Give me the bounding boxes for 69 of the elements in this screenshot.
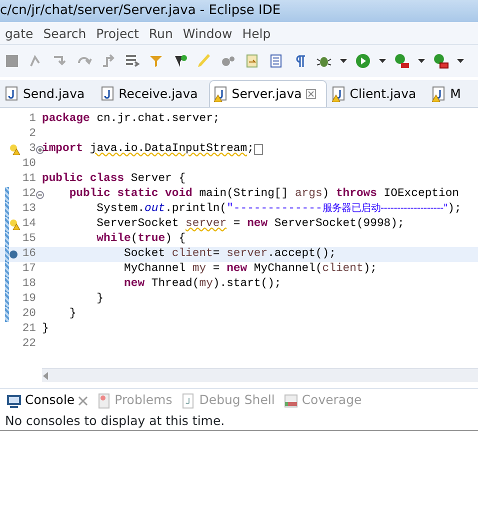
- step-return-icon[interactable]: [100, 53, 116, 69]
- line-number: 20: [21, 306, 36, 322]
- editor-tab[interactable]: Receive.java: [96, 80, 209, 107]
- caret-icon[interactable]: [418, 59, 425, 63]
- close-icon[interactable]: [306, 89, 316, 99]
- line-number: 17: [21, 262, 36, 277]
- stop-icon[interactable]: [4, 53, 20, 69]
- code-line: }: [96, 292, 104, 307]
- code-line: import java.io.DataInputStream;: [42, 142, 254, 157]
- line-number: 13: [21, 202, 36, 217]
- code-line: }: [68, 306, 76, 322]
- line-number: 11: [21, 172, 36, 187]
- line-number: 22: [21, 336, 36, 352]
- caret-icon[interactable]: [379, 59, 386, 63]
- editor-tab[interactable]: Server.java: [208, 80, 327, 107]
- document-icon[interactable]: [244, 53, 260, 69]
- filter-icon[interactable]: [148, 53, 164, 69]
- folded-code-icon[interactable]: [254, 144, 263, 155]
- line-number: 3: [28, 142, 36, 157]
- editor-tab[interactable]: Send.java: [0, 80, 96, 107]
- line-number: 2: [28, 126, 36, 142]
- console-message: No consoles to display at this time.: [0, 412, 478, 431]
- line-number: 14: [21, 216, 36, 232]
- breakpoint-icon[interactable]: [9, 250, 18, 259]
- close-icon[interactable]: [78, 396, 88, 406]
- code-line: package cn.jr.chat.server;: [42, 112, 220, 127]
- line-number: 21: [21, 322, 36, 337]
- caret-icon[interactable]: [457, 59, 464, 63]
- horizontal-scrollbar[interactable]: [42, 368, 478, 382]
- code-line: while(true) {: [96, 232, 186, 247]
- line-number: 18: [21, 276, 36, 292]
- expand-icon[interactable]: [36, 146, 44, 154]
- bulb-warning-icon[interactable]: [9, 144, 20, 155]
- editor-tab[interactable]: M: [427, 80, 472, 107]
- collapse-icon[interactable]: [36, 190, 44, 198]
- line-number: 15: [21, 232, 36, 247]
- menu-item[interactable]: gate: [0, 22, 38, 44]
- bulb-warning-icon[interactable]: [9, 219, 20, 230]
- code-line: public static void main(String[] args) throws IOException: [68, 186, 459, 202]
- menu-item[interactable]: Search: [38, 22, 92, 44]
- scroll-left-icon[interactable]: [42, 372, 50, 380]
- menu-item[interactable]: Help: [237, 22, 276, 44]
- line-number: 1: [28, 112, 36, 127]
- line-number: 10: [21, 156, 36, 172]
- code-line: }: [42, 322, 49, 337]
- coverage-icon: [282, 392, 299, 408]
- code-line: MyChannel my = new MyChannel(client);: [123, 262, 377, 277]
- menu-item[interactable]: Project: [91, 22, 144, 44]
- line-number: 16: [21, 246, 36, 262]
- problems-icon: [96, 392, 112, 408]
- menu-item[interactable]: Window: [178, 22, 238, 44]
- console-icon: [6, 392, 22, 408]
- code-line: new Thread(my).start();: [123, 276, 282, 292]
- code-line: System.out.println("-------------服务器已启动-------------------");: [96, 202, 462, 217]
- list-icon[interactable]: [124, 53, 140, 69]
- coverage-run-icon[interactable]: [394, 53, 410, 69]
- page-icon[interactable]: [268, 53, 284, 69]
- editor-tab[interactable]: Client.java: [326, 80, 428, 107]
- debug-icon: [180, 392, 196, 408]
- line-number: 19: [21, 292, 36, 307]
- caret-icon[interactable]: [340, 59, 347, 63]
- menu-item[interactable]: Run: [144, 22, 178, 44]
- line-number: 12: [21, 186, 36, 202]
- window-title: c/cn/jr/chat/server/Server.java - Eclipse IDE: [0, 3, 281, 18]
- run-icon[interactable]: [355, 53, 371, 69]
- panel-tab[interactable]: Console: [6, 391, 88, 410]
- code-line: public class Server {: [42, 172, 186, 187]
- code-line: Socket client= server.accept();: [123, 246, 336, 262]
- code-line: ServerSocket server = new ServerSocket(9998);: [96, 216, 404, 232]
